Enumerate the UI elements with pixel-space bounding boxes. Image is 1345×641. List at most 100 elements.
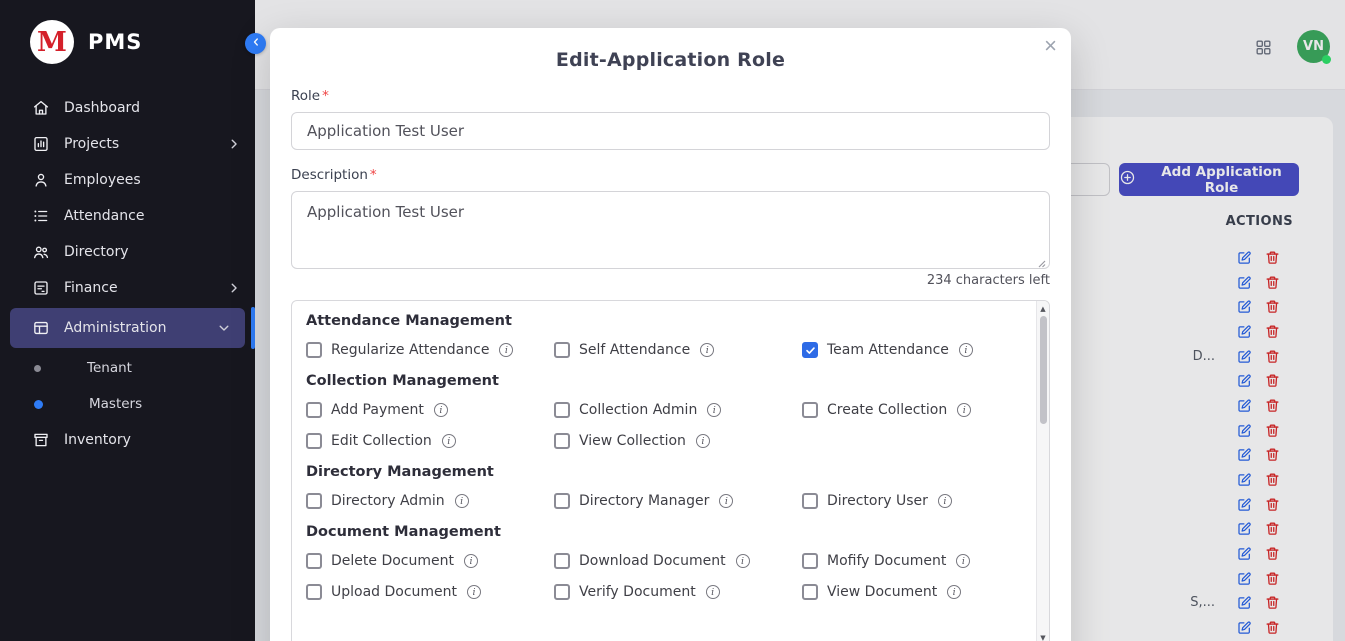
checkbox-unchecked[interactable] xyxy=(306,342,322,358)
checkbox-unchecked[interactable] xyxy=(554,584,570,600)
description-label: Description* xyxy=(291,167,1050,183)
permission-label: Regularize Attendance xyxy=(331,342,489,358)
permission-item-directory-admin: Directory Admin i xyxy=(306,492,554,510)
modal-body: Role* Description* Application Test User… xyxy=(270,88,1071,641)
permissions-panel: Attendance Management Regularize Attendan… xyxy=(291,300,1050,641)
checkbox-unchecked[interactable] xyxy=(554,342,570,358)
permission-label: Directory Manager xyxy=(579,493,709,509)
permission-item-upload-document: Upload Document i xyxy=(306,583,554,601)
resize-handle-icon[interactable] xyxy=(1036,253,1046,263)
permission-section-title: Attendance Management xyxy=(306,313,1036,329)
info-icon[interactable]: i xyxy=(938,494,952,508)
checkbox-unchecked[interactable] xyxy=(306,433,322,449)
info-icon[interactable]: i xyxy=(956,554,970,568)
info-icon[interactable]: i xyxy=(455,494,469,508)
permission-label: View Document xyxy=(827,584,937,600)
sidebar-subitem-tenant[interactable]: Tenant xyxy=(0,350,255,386)
permission-item-regularize-attendance: Regularize Attendance i xyxy=(306,341,554,359)
description-textarea[interactable]: Application Test User xyxy=(291,191,1050,269)
info-icon[interactable]: i xyxy=(467,585,481,599)
permission-grid: Delete DocumentiDownload DocumentiMofify… xyxy=(306,552,1036,601)
sidebar-item-label: Dashboard xyxy=(64,100,241,116)
chevron-right-icon xyxy=(227,137,241,151)
info-icon[interactable]: i xyxy=(696,434,710,448)
checkbox-unchecked[interactable] xyxy=(554,493,570,509)
permission-label: Create Collection xyxy=(827,402,947,418)
info-icon[interactable]: i xyxy=(959,343,973,357)
edit-application-role-modal: × Edit-Application Role Role* Descriptio… xyxy=(270,28,1071,641)
info-icon[interactable]: i xyxy=(719,494,733,508)
sidebar-item-projects[interactable]: Projects xyxy=(0,126,255,162)
scroll-up-icon[interactable]: ▲ xyxy=(1040,304,1045,314)
administration-icon xyxy=(32,319,50,337)
scroll-down-icon[interactable]: ▼ xyxy=(1040,633,1045,641)
checkbox-unchecked[interactable] xyxy=(306,402,322,418)
permission-label: Directory Admin xyxy=(331,493,445,509)
role-field: Role* xyxy=(291,88,1050,150)
sidebar-item-employees[interactable]: Employees xyxy=(0,162,255,198)
required-asterisk: * xyxy=(322,88,329,104)
sidebar-item-finance[interactable]: Finance xyxy=(0,270,255,306)
logo-icon: M xyxy=(30,20,74,64)
info-icon[interactable]: i xyxy=(707,403,721,417)
sidebar-subitem-masters[interactable]: Masters xyxy=(0,386,255,422)
permission-item-team-attendance: Team Attendance i xyxy=(802,341,1036,359)
sidebar-item-label: Administration xyxy=(64,320,203,336)
info-icon[interactable]: i xyxy=(736,554,750,568)
permission-label: Self Attendance xyxy=(579,342,690,358)
role-input[interactable] xyxy=(291,112,1050,150)
sidebar-item-label: Attendance xyxy=(64,208,241,224)
close-icon[interactable]: × xyxy=(1044,35,1057,57)
permission-label: Team Attendance xyxy=(827,342,949,358)
sidebar-item-dashboard[interactable]: Dashboard xyxy=(0,90,255,126)
permission-label: Mofify Document xyxy=(827,553,946,569)
permission-item-mofify-document: Mofify Document i xyxy=(802,552,1036,570)
chevron-down-icon xyxy=(217,321,231,335)
permissions-content: Attendance Management Regularize Attendan… xyxy=(292,301,1036,641)
permission-label: Delete Document xyxy=(331,553,454,569)
checkbox-unchecked[interactable] xyxy=(802,402,818,418)
checkbox-unchecked[interactable] xyxy=(802,584,818,600)
info-icon[interactable]: i xyxy=(706,585,720,599)
permission-item-directory-user: Directory Useri xyxy=(802,492,1036,510)
logo: M PMS xyxy=(0,0,255,80)
info-icon[interactable]: i xyxy=(700,343,714,357)
permission-item-edit-collection: Edit Collection i xyxy=(306,432,554,450)
info-icon[interactable]: i xyxy=(434,403,448,417)
modal-title: Edit-Application Role xyxy=(270,28,1071,71)
permission-label: Download Document xyxy=(579,553,726,569)
checkbox-unchecked[interactable] xyxy=(554,402,570,418)
checkbox-unchecked[interactable] xyxy=(306,493,322,509)
info-icon[interactable]: i xyxy=(957,403,971,417)
sidebar-item-inventory[interactable]: Inventory xyxy=(0,422,255,458)
scrollbar-thumb[interactable] xyxy=(1040,316,1047,424)
checkbox-unchecked[interactable] xyxy=(802,553,818,569)
checkbox-checked[interactable] xyxy=(802,342,818,358)
sidebar-item-administration[interactable]: Administration xyxy=(10,308,245,348)
sidebar-item-label: Employees xyxy=(64,172,241,188)
checkbox-unchecked[interactable] xyxy=(306,553,322,569)
sidebar-collapse-button[interactable] xyxy=(245,33,266,54)
checkbox-unchecked[interactable] xyxy=(554,553,570,569)
info-icon[interactable]: i xyxy=(464,554,478,568)
sidebar-item-attendance[interactable]: Attendance xyxy=(0,198,255,234)
permission-item-directory-manager: Directory Manager i xyxy=(554,492,802,510)
permission-label: View Collection xyxy=(579,433,686,449)
permission-item-self-attendance: Self Attendance i xyxy=(554,341,802,359)
permission-label: Edit Collection xyxy=(331,433,432,449)
checkbox-unchecked[interactable] xyxy=(306,584,322,600)
sidebar-item-label: Directory xyxy=(64,244,241,260)
scrollbar[interactable]: ▲ ▼ xyxy=(1036,301,1049,641)
info-icon[interactable]: i xyxy=(442,434,456,448)
checkbox-unchecked[interactable] xyxy=(802,493,818,509)
checkbox-unchecked[interactable] xyxy=(554,433,570,449)
permission-label: Verify Document xyxy=(579,584,696,600)
permission-label: Upload Document xyxy=(331,584,457,600)
permission-item-add-payment: Add Paymenti xyxy=(306,401,554,419)
info-icon[interactable]: i xyxy=(947,585,961,599)
sidebar-item-directory[interactable]: Directory xyxy=(0,234,255,270)
gray-dot-icon xyxy=(34,365,41,372)
permission-section-title: Directory Management xyxy=(306,464,1036,480)
info-icon[interactable]: i xyxy=(499,343,513,357)
permission-item-collection-admin: Collection Admini xyxy=(554,401,802,419)
